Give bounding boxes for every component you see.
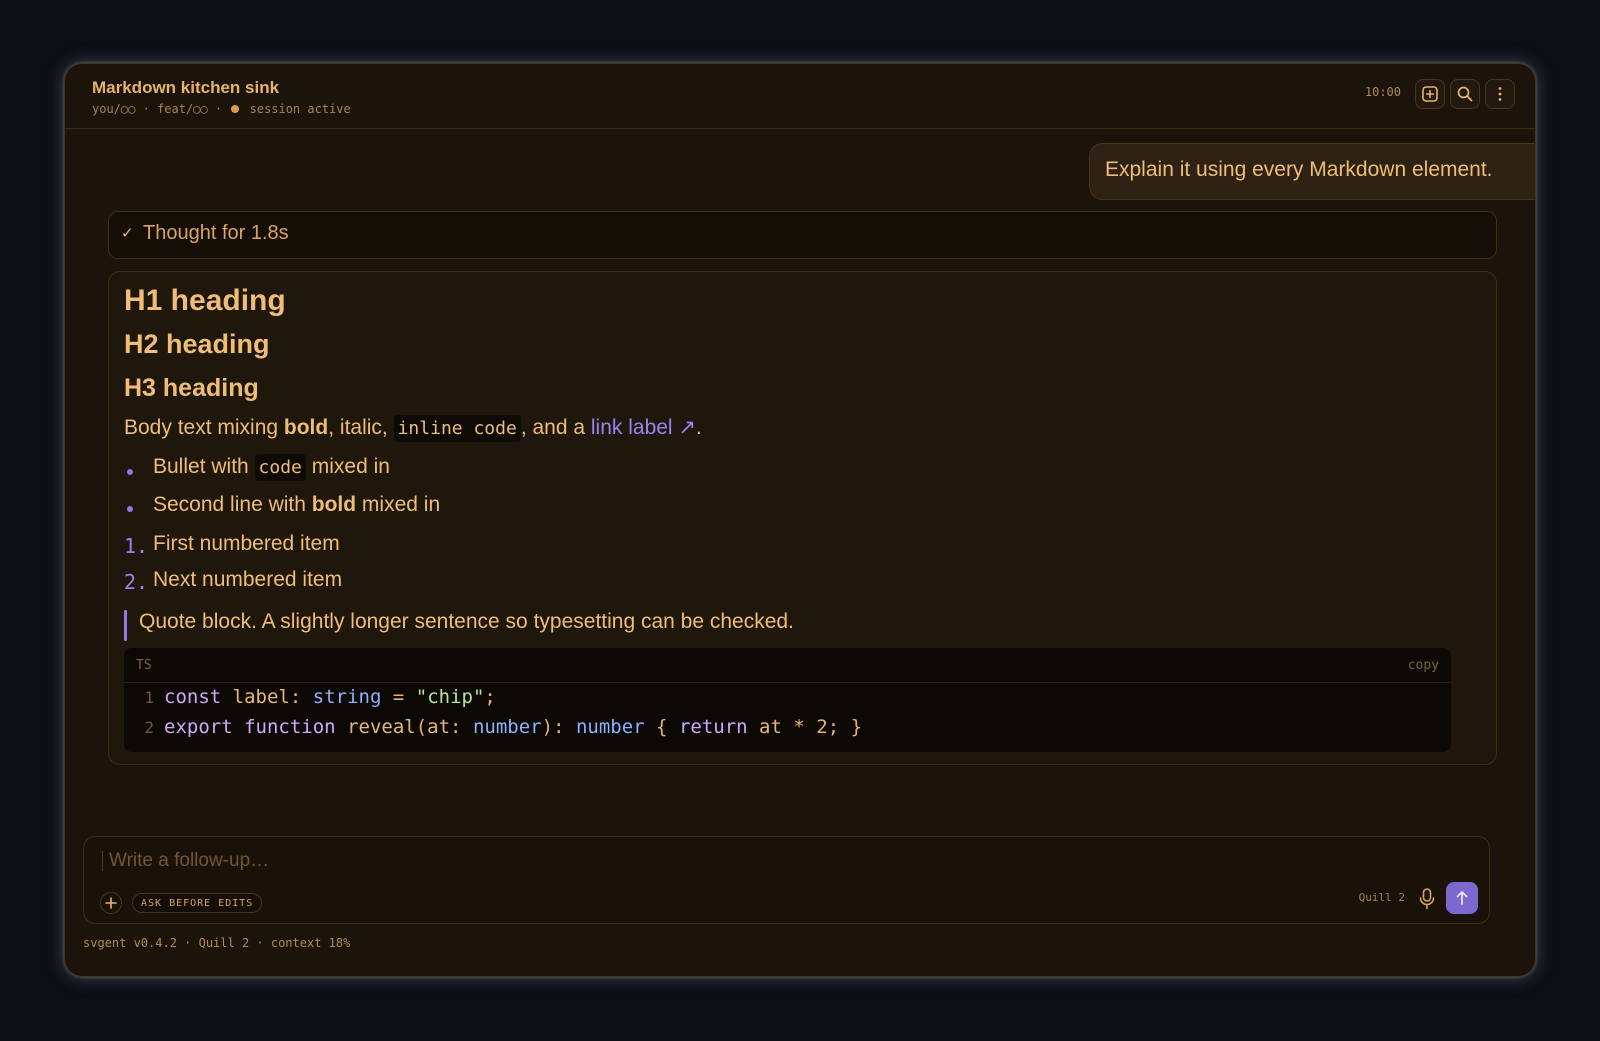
bold-text: bold	[283, 416, 329, 439]
assistant-answer: H1 heading H2 heading H3 heading Body te…	[108, 271, 1497, 765]
heading-h2: H2 heading	[124, 329, 270, 359]
title-bar: Markdown kitchen sink you/◯◯ · feat/◯◯ ·…	[65, 64, 1535, 129]
edit-mode-chip[interactable]: ASK BEFORE EDITS	[132, 893, 263, 913]
session-status: session active	[249, 102, 351, 116]
list-item: Second line with bold mixed in	[153, 493, 440, 517]
blockquote: Quote block. A slightly longer sentence …	[139, 610, 794, 633]
path-user: you/◯◯	[92, 102, 136, 116]
attach-button[interactable]	[100, 892, 122, 914]
body-text-mid: , italic,	[328, 416, 394, 439]
numbered-item: Next numbered item	[153, 568, 343, 591]
list-item-text: mixed in	[305, 455, 390, 478]
code-block-header: TS copy	[124, 648, 1451, 683]
code-language: TS	[136, 658, 152, 673]
list-number: 2.	[124, 570, 149, 594]
inline-code: inline code	[393, 415, 521, 442]
text-cursor	[102, 851, 103, 871]
composer: ASK BEFORE EDITS Quill 2	[83, 836, 1490, 924]
heading-h1: H1 heading	[124, 284, 286, 317]
list-item-text: Bullet with	[153, 455, 255, 478]
code-block: TS copy 1 const label: string = "chip"; 2…	[124, 648, 1451, 752]
separator: ·	[142, 102, 150, 116]
list-number: 1.	[124, 534, 149, 558]
line-number: 2	[144, 718, 154, 737]
bullet-icon	[127, 506, 133, 512]
more-menu-button[interactable]	[1485, 79, 1515, 109]
more-vertical-icon	[1498, 87, 1502, 101]
clock: 10:00	[1364, 85, 1401, 99]
heading-h3: H3 heading	[124, 374, 259, 402]
status-dot-icon	[231, 105, 240, 113]
bold-text: bold	[311, 493, 357, 516]
path-branch: feat/◯◯	[157, 102, 208, 116]
conversation-title: Markdown kitchen sink	[92, 78, 280, 97]
body-text-prefix: Body text mixing	[124, 416, 284, 439]
model-selector[interactable]: Quill 2	[1359, 891, 1405, 904]
code-line: 1 const label: string = "chip";	[124, 686, 496, 708]
inline-code: code	[254, 454, 306, 481]
check-icon: ✓	[121, 224, 134, 242]
code-text: const label: string = "chip";	[164, 686, 496, 708]
arrow-up-icon	[1456, 891, 1468, 905]
body-paragraph: Body text mixing bold, italic, inline co…	[124, 415, 702, 442]
microphone-icon	[1419, 888, 1435, 910]
separator: ·	[214, 102, 223, 116]
list-item-text: Second line with	[153, 493, 312, 516]
microphone-button[interactable]	[1417, 887, 1437, 911]
plus-square-icon	[1422, 86, 1438, 102]
numbered-item: First numbered item	[153, 532, 340, 555]
copy-button[interactable]: copy	[1408, 658, 1439, 673]
link[interactable]: link label ↗	[591, 416, 696, 439]
search-icon	[1457, 86, 1473, 102]
line-number: 1	[144, 688, 154, 707]
send-button[interactable]	[1446, 882, 1478, 914]
user-message-bubble: Explain it using every Markdown element.	[1089, 143, 1535, 200]
plus-icon	[105, 897, 117, 909]
body-text-suffix: .	[696, 416, 702, 439]
thought-disclosure[interactable]: ✓ Thought for 1.8s	[108, 211, 1497, 259]
bullet-icon	[127, 469, 133, 475]
status-bar: svgent v0.4.2 · Quill 2 · context 18%	[83, 936, 351, 950]
follow-up-input[interactable]	[109, 849, 709, 873]
app-window: Markdown kitchen sink you/◯◯ · feat/◯◯ ·…	[64, 63, 1536, 977]
code-line: 2 export function reveal(at: number): num…	[124, 716, 862, 738]
session-breadcrumb: you/◯◯ · feat/◯◯ · session active	[92, 102, 351, 116]
body-text-mid2: , and a	[520, 416, 591, 439]
list-item-text: mixed in	[356, 493, 441, 516]
quote-bar	[124, 610, 127, 641]
list-item: Bullet with code mixed in	[153, 454, 390, 481]
new-chat-button[interactable]	[1415, 79, 1445, 109]
thought-label: Thought for 1.8s	[143, 222, 289, 244]
code-text: export function reveal(at: number): numb…	[164, 716, 863, 738]
search-button[interactable]	[1450, 79, 1480, 109]
